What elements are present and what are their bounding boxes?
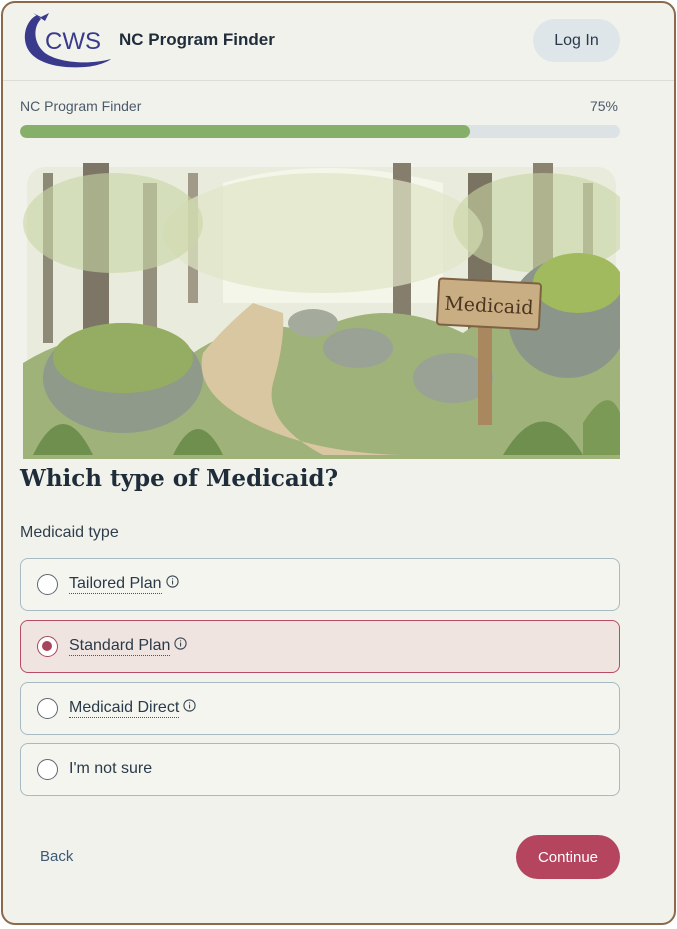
info-icon[interactable] [174, 637, 188, 650]
option-text: Medicaid Direct [69, 699, 180, 718]
app-title: NC Program Finder [119, 30, 275, 49]
radio-dot [42, 641, 52, 651]
radio-button-selected[interactable] [37, 636, 58, 657]
field-label: Medicaid type [20, 524, 119, 541]
back-link[interactable]: Back [40, 848, 73, 865]
option-text: I'm not sure [69, 760, 153, 777]
option-label: Medicaid Direct [69, 699, 196, 718]
option-text: Standard Plan [69, 637, 171, 656]
progress-label: NC Program Finder [20, 98, 142, 114]
app-frame: CWS NC Program Finder Log In NC Program … [1, 1, 676, 925]
option-medicaid-direct[interactable]: Medicaid Direct [20, 682, 620, 735]
continue-button[interactable]: Continue [516, 835, 620, 879]
option-label: I'm not sure [69, 760, 152, 778]
cws-logo: CWS [24, 13, 111, 68]
hero-illustration: Medicaid [23, 163, 620, 459]
info-icon[interactable] [165, 575, 179, 588]
question-title: Which type of Medicaid? [20, 465, 339, 492]
progress-percent: 75% [589, 98, 618, 114]
sign-text: Medicaid [444, 293, 534, 320]
radio-button[interactable] [37, 698, 58, 719]
progress-bar [20, 125, 620, 138]
option-label: Tailored Plan [69, 575, 179, 594]
logo-text: CWS [45, 28, 101, 55]
radio-button[interactable] [37, 574, 58, 595]
header: CWS NC Program Finder Log In [3, 3, 674, 81]
option-text: Tailored Plan [69, 575, 162, 594]
radio-button[interactable] [37, 759, 58, 780]
login-button[interactable]: Log In [533, 19, 620, 62]
progress-fill [20, 125, 470, 138]
option-tailored-plan[interactable]: Tailored Plan [20, 558, 620, 611]
option-not-sure[interactable]: I'm not sure [20, 743, 620, 796]
info-icon[interactable] [183, 699, 196, 712]
option-label: Standard Plan [69, 637, 188, 656]
option-standard-plan[interactable]: Standard Plan [20, 620, 620, 673]
